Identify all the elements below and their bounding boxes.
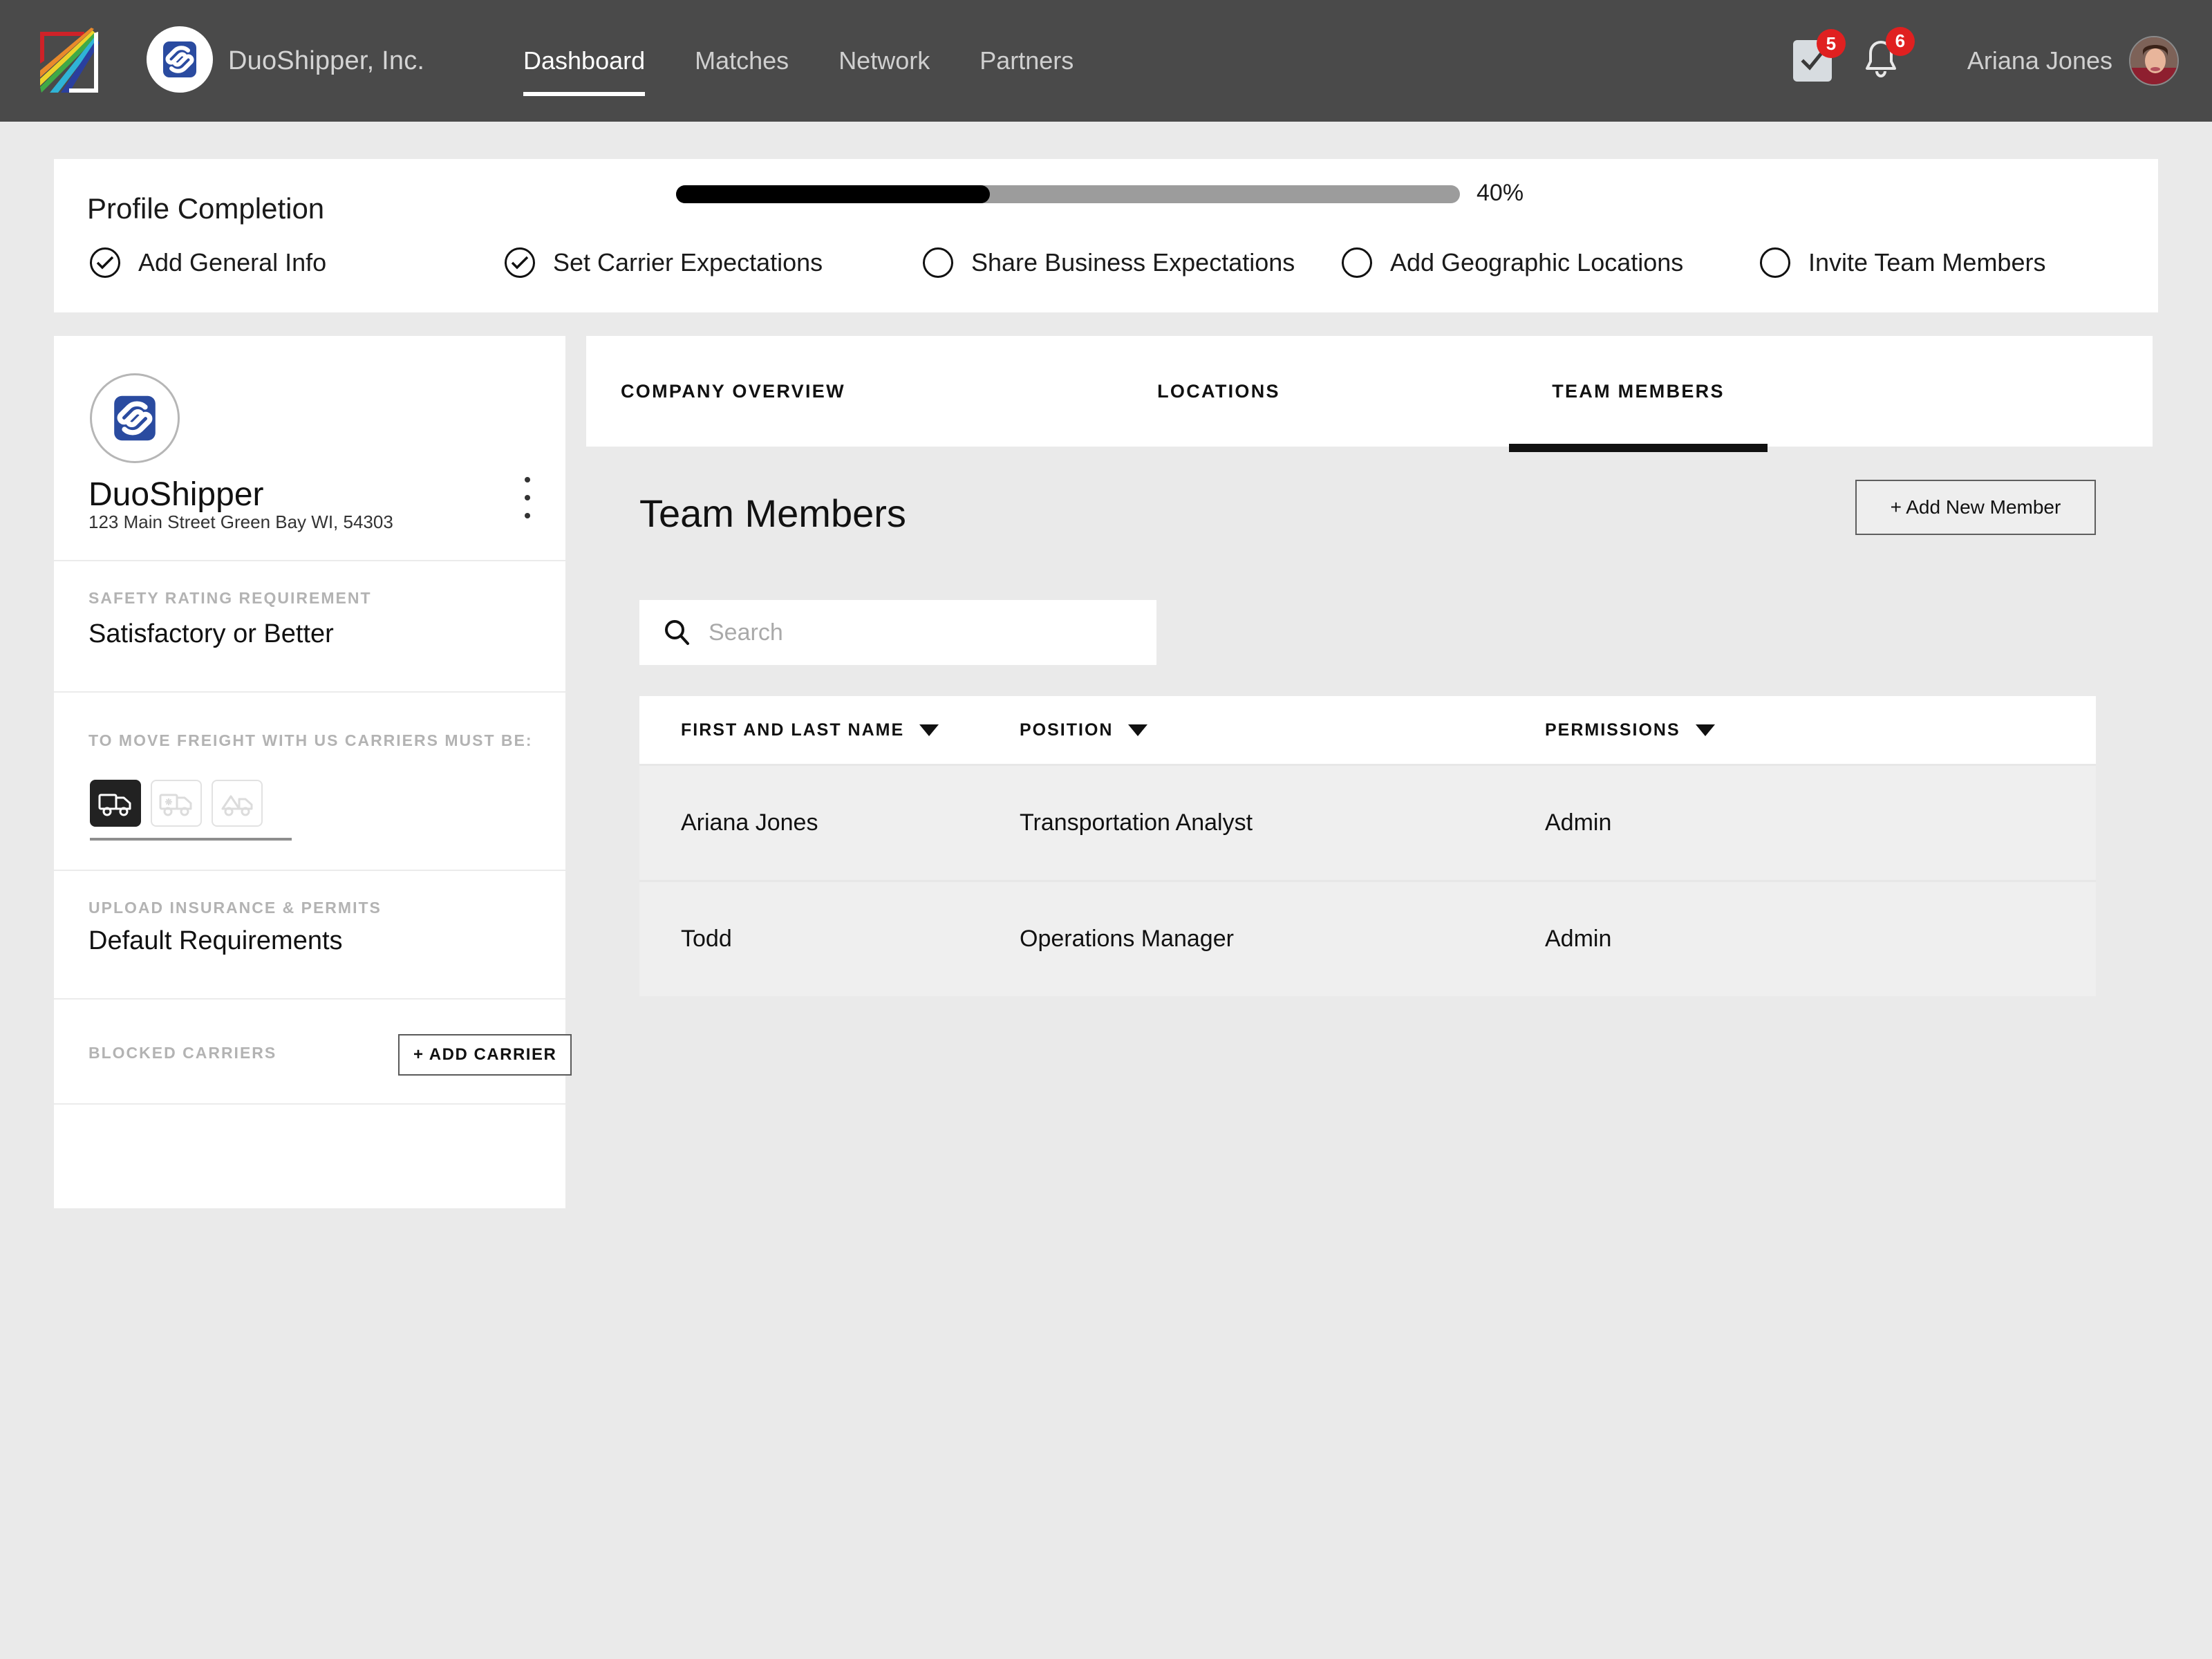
column-header-label: PERMISSIONS [1545,720,1680,740]
empty-circle-icon [923,247,953,278]
card-divider [54,998,565,1000]
nav-link-partners[interactable]: Partners [980,46,1074,75]
step-invite-team-members[interactable]: Invite Team Members [1760,247,2045,278]
company-name: DuoShipper [88,476,264,513]
safety-rating-label: SAFETY RATING REQUIREMENT [88,589,372,607]
profile-progress-label: 40% [1477,180,1524,206]
step-share-business-expectations[interactable]: Share Business Expectations [923,247,1342,278]
company-logo-icon [90,373,180,463]
search-icon [662,617,692,648]
table-header-row: FIRST AND LAST NAME POSITION PERMISSIONS [639,696,2096,764]
caret-down-icon[interactable] [1695,724,1715,736]
step-add-general-info[interactable]: Add General Info [90,247,505,278]
step-set-carrier-expectations[interactable]: Set Carrier Expectations [505,247,923,278]
column-header-label: POSITION [1020,720,1114,740]
kebab-menu-icon[interactable] [517,477,538,518]
equipment-type-selector [90,780,263,827]
page-title: Team Members [639,491,906,535]
profile-completion-card [54,159,2158,312]
step-label: Set Carrier Expectations [553,248,823,276]
step-add-geographic-locations[interactable]: Add Geographic Locations [1342,247,1760,278]
card-divider [54,560,565,561]
column-header-position[interactable]: POSITION [1020,720,1545,740]
add-carrier-button[interactable]: + ADD CARRIER [398,1034,572,1076]
upload-insurance-label: UPLOAD INSURANCE & PERMITS [88,899,382,917]
user-name-label[interactable]: Ariana Jones [1967,46,2112,75]
notifications-badge: 6 [1885,26,1915,56]
company-summary-card [54,336,565,1208]
company-address: 123 Main Street Green Bay WI, 54303 [88,512,393,532]
dry-van-truck-icon[interactable] [90,780,141,827]
column-header-name[interactable]: FIRST AND LAST NAME [639,720,1020,740]
tab-locations[interactable]: LOCATIONS [1094,336,1343,447]
card-divider [54,870,565,871]
team-members-table: FIRST AND LAST NAME POSITION PERMISSIONS… [639,696,2096,996]
flatbed-truck-icon[interactable] [212,780,263,827]
check-circle-icon [505,247,535,278]
nav-right-cluster: 5 6 Ariana Jones [1764,0,2179,122]
refrigerated-truck-icon[interactable] [151,780,202,827]
caret-down-icon[interactable] [1128,724,1148,736]
cell-permissions: Admin [1545,809,1612,836]
caret-down-icon[interactable] [919,724,939,736]
nav-link-matches[interactable]: Matches [695,46,789,75]
profile-completion-title: Profile Completion [87,192,325,225]
table-row[interactable]: Todd Operations Manager Admin [639,880,2096,996]
empty-circle-icon [1760,247,1790,278]
panel-tabs-bar: COMPANY OVERVIEW LOCATIONS TEAM MEMBERS [586,336,2153,452]
cell-name: Ariana Jones [681,809,818,836]
tab-team-members[interactable]: TEAM MEMBERS [1509,336,1768,452]
safety-rating-value: Satisfactory or Better [88,619,334,648]
rainbow-prism-logo-icon[interactable] [30,22,104,97]
card-divider [54,691,565,693]
primary-nav-links: Dashboard Matches Network Partners [523,0,1123,122]
cell-position: Operations Manager [1020,926,1234,952]
profile-progress-fill [676,185,990,203]
tasks-button[interactable]: 5 [1792,29,1846,82]
tab-company-overview[interactable]: COMPANY OVERVIEW [621,336,1008,447]
add-new-member-button[interactable]: + Add New Member [1855,480,2096,535]
notifications-button[interactable]: 6 [1861,26,1915,84]
check-circle-icon [90,247,120,278]
blocked-carriers-label: BLOCKED CARRIERS [88,1044,277,1062]
equipment-requirement-label: TO MOVE FREIGHT WITH US CARRIERS MUST BE… [88,731,533,749]
brand-company-name: DuoShipper, Inc. [228,46,425,75]
search-input[interactable]: Search [639,600,1156,665]
search-placeholder: Search [709,619,783,646]
cell-permissions: Admin [1545,926,1612,952]
cell-name: Todd [681,926,732,952]
user-avatar[interactable] [2129,36,2179,86]
top-navigation-bar: DuoShipper, Inc. Dashboard Matches Netwo… [0,0,2212,122]
table-row[interactable]: Ariana Jones Transportation Analyst Admi… [639,764,2096,880]
equipment-selector-underline [90,838,292,841]
profile-completion-steps: Add General Info Set Carrier Expectation… [90,247,2045,278]
step-label: Add General Info [138,248,327,276]
step-label: Share Business Expectations [971,248,1295,276]
nav-link-network[interactable]: Network [838,46,930,75]
upload-insurance-value: Default Requirements [88,926,343,955]
step-label: Add Geographic Locations [1390,248,1684,276]
card-divider [54,1103,565,1105]
step-label: Invite Team Members [1808,248,2046,276]
column-header-label: FIRST AND LAST NAME [681,720,905,740]
column-header-permissions[interactable]: PERMISSIONS [1545,720,1891,740]
duoshipper-mark-icon[interactable] [147,26,213,93]
nav-link-dashboard[interactable]: Dashboard [523,46,646,96]
tasks-badge: 5 [1816,29,1846,58]
cell-position: Transportation Analyst [1020,809,1253,836]
empty-circle-icon [1342,247,1372,278]
